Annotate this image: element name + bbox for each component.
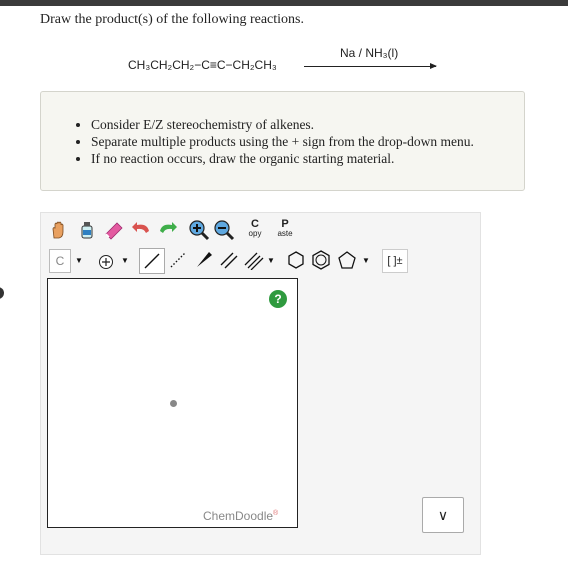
hint-item: Separate multiple products using the + s… [91,133,474,150]
reactant-formula: CH₃CH₂CH₂−C≡C−CH₂CH₃ [128,58,277,72]
help-icon[interactable]: ? [269,290,287,308]
question-prompt: Draw the product(s) of the following rea… [40,12,304,27]
bond-dropdown-caret[interactable]: ▼ [267,256,275,265]
copy-label: C [251,218,259,230]
paste-sub-label: aste [277,229,293,238]
bracket-label: [ ]± [387,255,403,267]
clear-bottle-icon[interactable] [76,219,98,241]
charge-plus-icon[interactable] [95,251,117,273]
cyclohexane-icon[interactable] [285,249,307,271]
hint-item: Consider E/Z stereochemistry of alkenes. [91,116,474,133]
drawing-canvas[interactable]: ? ChemDoodle® [47,278,298,528]
side-tab-handle[interactable] [0,287,4,299]
bracket-button[interactable]: [ ]± [382,249,408,273]
zoom-out-icon[interactable] [213,219,235,241]
charge-dropdown-caret[interactable]: ▼ [121,256,129,265]
paste-button[interactable]: P aste [273,217,297,241]
reaction-arrow [304,63,437,69]
zoom-in-icon[interactable] [188,219,210,241]
copy-button[interactable]: C opy [244,217,266,241]
top-nav-bar [0,0,568,6]
cyclopentane-icon[interactable] [336,249,358,271]
hand-icon[interactable] [48,219,70,241]
ring-dropdown-caret[interactable]: ▼ [362,256,370,265]
paste-label: P [281,218,289,230]
wedge-bond-icon[interactable] [193,249,215,271]
redo-icon[interactable] [156,219,178,241]
copy-sub-label: opy [248,229,262,238]
canvas-dot [170,400,177,407]
chemdoodle-logo: ChemDoodle® [203,509,279,523]
element-label: C [55,254,65,268]
double-bond-icon[interactable] [218,249,240,271]
dashed-bond-icon[interactable] [167,249,189,271]
benzene-icon[interactable] [310,249,332,271]
registered-mark: ® [273,510,279,517]
element-button[interactable]: C [49,249,71,273]
answer-select[interactable]: ∨ [422,497,464,533]
hint-item: If no reaction occurs, draw the organic … [91,150,474,167]
chevron-down-icon: ∨ [437,506,449,523]
triple-bond-icon[interactable] [243,249,265,271]
reagent-label: Na / NH₃(l) [340,46,399,60]
element-dropdown-caret[interactable]: ▼ [75,256,83,265]
instructions-box: Consider E/Z stereochemistry of alkenes.… [40,91,525,191]
eraser-icon[interactable] [103,219,125,241]
single-bond-icon[interactable] [139,248,165,274]
undo-icon[interactable] [131,219,153,241]
